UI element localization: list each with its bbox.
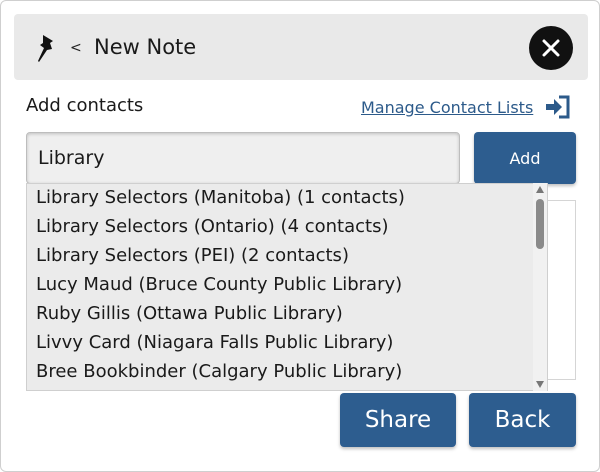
add-contacts-label: Add contacts (26, 95, 144, 116)
manage-contact-lists-link[interactable]: Manage Contact Lists (361, 98, 533, 117)
note-header: < New Note (14, 14, 588, 80)
contact-suggestions-dropdown[interactable]: Library Selectors (Manitoba) (1 contacts… (26, 183, 548, 391)
suggestion-item[interactable]: Library Selectors (Ontario) (4 contacts) (36, 216, 389, 238)
share-button[interactable]: Share (340, 393, 456, 447)
suggestion-item[interactable]: Bree Bookbinder (Calgary Public Library) (36, 361, 402, 383)
suggestion-item[interactable]: Livvy Card (Niagara Falls Public Library… (36, 332, 393, 354)
suggestion-item[interactable]: Library Selectors (PEI) (2 contacts) (36, 245, 349, 267)
close-button[interactable] (529, 26, 573, 70)
pushpin-icon (38, 35, 53, 62)
scroll-down-arrow-icon[interactable] (536, 381, 544, 388)
scroll-thumb[interactable] (536, 199, 544, 249)
sign-in-icon[interactable] (545, 95, 571, 119)
new-note-panel: < New Note Add contacts Manage Contact L… (0, 0, 600, 472)
page-title: New Note (94, 35, 197, 59)
dropdown-scrollbar[interactable] (533, 183, 547, 391)
back-button[interactable]: Back (469, 393, 576, 447)
suggestion-item[interactable]: Library Selectors (Manitoba) (1 contacts… (36, 187, 405, 209)
back-chevron[interactable]: < (70, 40, 82, 56)
suggestion-item[interactable]: Lucy Maud (Bruce County Public Library) (36, 274, 402, 296)
contact-search-input[interactable] (26, 132, 460, 184)
close-icon (542, 39, 560, 57)
add-contact-button[interactable]: Add (474, 132, 576, 184)
suggestion-item[interactable]: Ruby Gillis (Ottawa Public Library) (36, 303, 343, 325)
scroll-up-arrow-icon[interactable] (536, 186, 544, 193)
